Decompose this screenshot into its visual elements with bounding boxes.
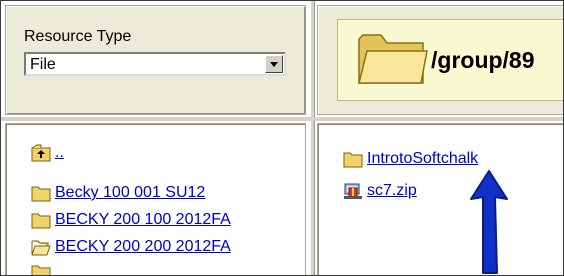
list-item-folder[interactable]: BECKY 200 100 2012FA <box>31 210 231 230</box>
large-folder-icon <box>358 34 428 84</box>
resource-type-panel: Resource Type File <box>5 5 306 115</box>
list-item-label[interactable]: .. <box>55 144 64 162</box>
list-item-file[interactable]: sc7.zip <box>343 181 417 201</box>
zip-file-icon <box>344 183 362 199</box>
current-path: /group/89 <box>431 47 535 73</box>
list-item-folder[interactable]: BECKY 200 200 2012FA <box>31 237 231 257</box>
folder-open-icon <box>31 240 51 256</box>
list-item-label[interactable]: BECKY 200 200 2012FA <box>55 238 231 256</box>
folder-icon <box>31 186 51 202</box>
folder-icon <box>343 152 363 168</box>
dropdown-button[interactable] <box>265 55 283 73</box>
list-item-folder[interactable]: IntrotoSoftchalk <box>343 149 478 169</box>
resource-type-select[interactable]: File <box>24 52 286 76</box>
list-item-label[interactable]: IntrotoSoftchalk <box>367 150 478 168</box>
horizontal-splitter[interactable] <box>1 117 563 121</box>
list-item-label[interactable]: BECKY 200 100 2012FA <box>55 211 231 229</box>
resource-type-value: File <box>30 56 56 73</box>
resource-type-label: Resource Type <box>24 28 132 45</box>
list-item-parent[interactable]: .. <box>31 143 64 163</box>
file-browser-window: Resource Type File /group/89 .. Becky 10… <box>0 0 564 276</box>
list-item-label[interactable]: Becky 100 001 SU12 <box>55 184 205 202</box>
chevron-down-icon <box>270 61 278 67</box>
folder-up-icon <box>31 144 51 162</box>
folder-icon <box>31 263 51 275</box>
annotation-arrow-icon <box>470 170 508 274</box>
list-item-label[interactable]: sc7.zip <box>367 182 417 200</box>
folder-icon <box>31 213 51 229</box>
vertical-splitter[interactable] <box>310 1 315 275</box>
list-item-folder[interactable]: Becky 100 001 SU12 <box>31 183 205 203</box>
